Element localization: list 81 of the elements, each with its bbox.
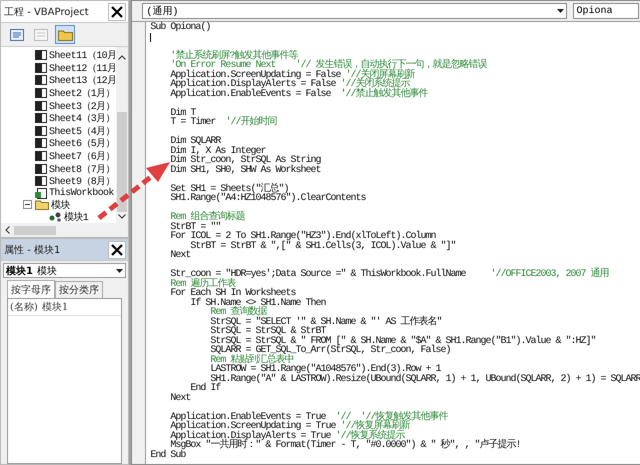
pane-title: 工程 - VBAProject [4,6,89,18]
sheet-icon [35,62,47,73]
module-icon [49,212,62,222]
code-line: StrBT = "" [169,222,220,232]
scrollbar[interactable] [116,47,128,223]
code-line: Application.DisplayAlerts = True '//恢复系统提示 [169,432,404,441]
code-line: Dim SH1, SH0, SHW As Worksheet [169,166,320,175]
form-view-icon [34,28,48,40]
sheet-icon [35,75,47,86]
sheet-icon [35,88,47,98]
property-value[interactable]: 模块1 [42,300,68,314]
tree-item[interactable]: Sheet11（10月 [49,48,116,62]
code-line: StrSQL = StrSQL & " FROM [" & SH.Name & "$A" & SH1.Range("B1").Value & ":HZ]" [209,336,596,346]
tree-item[interactable]: 模块 [51,198,70,212]
close-icon [111,244,124,256]
code-line: Dim Str_coon, StrSQL As String [169,156,320,166]
comment-line: '禁止系统刷屏?触发其他事件等 [169,52,298,61]
code-line: For Each SH In Worksheets [169,289,296,298]
code-line: T = Timer '//开始时间 [169,118,276,128]
tree-item[interactable]: Sheet4（3月） [49,111,116,126]
tree-item[interactable]: Sheet8（7月） [49,162,116,176]
sheet-icon [35,176,47,186]
code-view-icon [10,28,24,40]
dropdown-arrow-icon [116,268,124,272]
code-line: Set SH1 = Sheets("汇总") [169,184,288,194]
code-line: Sub Opiona() [150,23,210,32]
folder-icon [58,28,72,40]
comment-line: Rem 组合查询标题 [169,213,244,222]
close-button[interactable] [108,2,126,20]
object-dropdown[interactable]: (通用) [142,3,567,19]
sheet-icon [35,138,47,148]
tree-item[interactable]: Sheet5（4月） [49,124,116,138]
code-line: Next [169,251,190,260]
collapse-icon[interactable] [23,200,32,210]
code-line: Dim T [169,108,196,118]
dropdown-arrow-icon [556,9,564,13]
toolbar-button[interactable] [55,25,75,44]
comment-line: Rem 遍历工作表 [169,280,236,289]
code-line: SH1.Range("A4:HZ1048576").ClearContents [169,194,366,204]
code-line: StrSQL = "SELECT '" & SH.Name & "' AS 工作表名" [209,318,442,327]
object-dropdown[interactable]: 模块1 模块 [3,263,126,278]
pane-title: 属性 - 模块1 [4,244,60,256]
tree-item[interactable]: Sheet13（12月 [49,73,116,88]
code-line: Dim SQLARR [169,137,220,146]
workbook-icon [35,188,47,199]
code-line: Next [169,394,190,403]
code-line: StrSQL = StrSQL & StrBT [209,327,326,336]
tree-item[interactable]: 模块1 [64,210,88,223]
procedure-dropdown[interactable]: Opiona [572,3,639,19]
tree-item[interactable]: ThisWorkbook [49,188,114,199]
tree-item[interactable]: Sheet3（2月） [49,98,116,113]
code-line: Application.EnableEvents = False '//禁止触发其他事件 [169,90,428,99]
code-line: StrBT = StrBT & ",[" & SH1.Cells(3, ICOL).Value & "]" [190,242,456,251]
code-line: MsgBox "一共用时：" & Format(Timer - T, "#0.0000") & " 秒", , "卢子提示! [169,441,520,450]
code-line: End Sub [150,450,186,460]
tree-item[interactable]: Sheet9（8月） [49,174,116,188]
comment-line: Rem 粘贴到汇总表中 [209,356,294,365]
code-line: End If [190,384,220,394]
folder-icon [35,199,49,210]
code-line: LASTROW = SH1.Range("A1048576").End(3).Row + 1 [209,365,440,374]
code-line: SQLARR = GET_SQL_To_Arr(StrSQL, Str_coon, False) [209,346,450,356]
tree-item[interactable]: Sheet12（11月 [49,60,116,75]
tab[interactable]: 按字母序 [7,280,55,298]
close-icon [111,6,124,18]
sheet-icon [35,50,47,60]
comment-line: Rem 查询数据 [209,308,266,318]
tab[interactable]: 按分类序 [55,281,103,298]
sheet-icon [35,113,47,124]
code-line: SH1.Range("A" & LASTROW).Resize(UBound(SQLARR, 1) + 1, UBound(SQLARR, 2) + 1) = SQLARR [209,374,640,384]
code-line: For ICOL = 2 To SH1.Range("HZ3").End(xlToLeft).Column [169,232,436,242]
tree-item[interactable]: Sheet2（1月） [49,86,116,100]
sheet-icon [35,100,47,111]
close-button[interactable] [108,240,126,258]
code-line: Dim I, X As Integer [169,146,266,156]
sheet-icon [35,151,47,162]
sheet-icon [35,164,47,174]
property-name: (名称) [10,301,38,314]
tree-item[interactable]: Sheet7（6月） [49,149,116,164]
tree-item[interactable]: Sheet6（5月） [49,136,116,150]
sheet-icon [35,126,47,136]
text-cursor [150,32,152,42]
